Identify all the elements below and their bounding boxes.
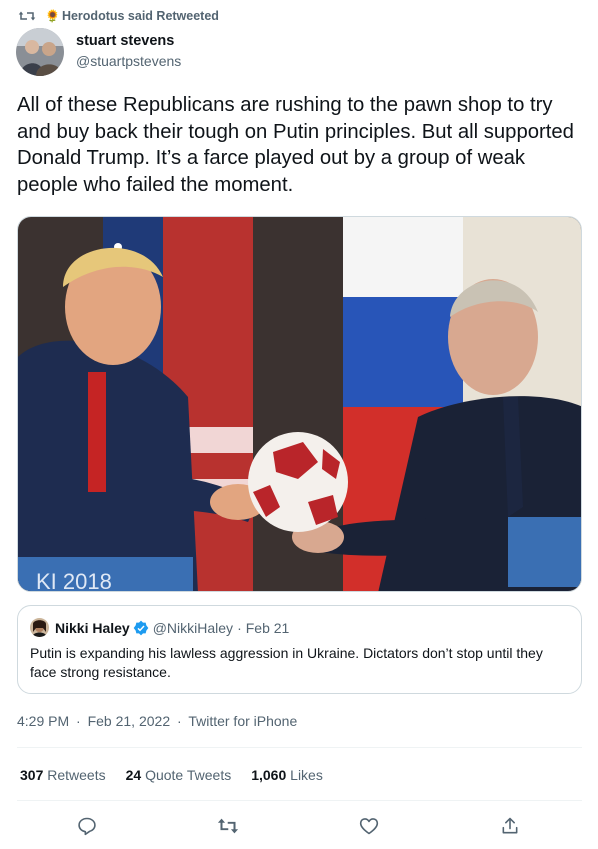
likes-stat[interactable]: 1,060 Likes — [251, 767, 323, 783]
quote-handle[interactable]: @NikkiHaley — [153, 620, 233, 636]
share-icon — [502, 817, 518, 834]
like-button[interactable] — [351, 812, 387, 840]
quote-date[interactable]: Feb 21 — [246, 620, 290, 636]
share-button[interactable] — [492, 812, 528, 840]
divider — [17, 747, 582, 748]
verified-badge-icon — [133, 620, 149, 635]
quote-display-name[interactable]: Nikki Haley — [55, 620, 130, 636]
retweet-button[interactable] — [210, 812, 246, 840]
podium-text: KI 2018 — [36, 569, 112, 592]
tweet-source[interactable]: Twitter for iPhone — [188, 713, 297, 729]
quote-text: Putin is expanding his lawless aggressio… — [30, 645, 543, 680]
meta-separator: · — [76, 713, 81, 729]
retweet-context[interactable]: 🌻 Herodotus said Retweeted — [18, 7, 219, 25]
retweet-icon — [18, 11, 36, 21]
engagement-stats: 307 Retweets 24 Quote Tweets 1,060 Likes — [20, 767, 343, 783]
reply-icon — [78, 817, 96, 836]
like-icon — [359, 818, 379, 835]
quoted-tweet[interactable]: Nikki Haley @NikkiHaley · Feb 21 Putin i… — [17, 605, 582, 694]
quote-separator: · — [237, 619, 242, 636]
quote-tweets-stat[interactable]: 24 Quote Tweets — [126, 767, 232, 783]
retweet-icon — [217, 818, 239, 834]
tweet-date[interactable]: Feb 21, 2022 — [88, 713, 171, 729]
tweet-author[interactable]: stuart stevens @stuartpstevens — [16, 28, 181, 76]
action-bar — [17, 812, 582, 840]
divider — [17, 800, 582, 801]
retweets-stat[interactable]: 307 Retweets — [20, 767, 106, 783]
retweet-context-text: Herodotus said Retweeted — [61, 9, 219, 23]
quote-avatar[interactable] — [30, 618, 49, 637]
tweet-time[interactable]: 4:29 PM — [17, 713, 69, 729]
meta-separator: · — [177, 713, 182, 729]
avatar[interactable] — [16, 28, 64, 76]
sunflower-emoji: 🌻 — [45, 9, 60, 23]
tweet-photo[interactable]: KI 2018 — [17, 216, 582, 592]
tweet-text: All of these Republicans are rushing to … — [17, 94, 574, 196]
author-display-name[interactable]: stuart stevens — [76, 33, 181, 49]
reply-button[interactable] — [69, 812, 105, 840]
author-handle[interactable]: @stuartpstevens — [76, 53, 181, 69]
tweet-meta: 4:29 PM · Feb 21, 2022 · Twitter for iPh… — [17, 713, 300, 729]
